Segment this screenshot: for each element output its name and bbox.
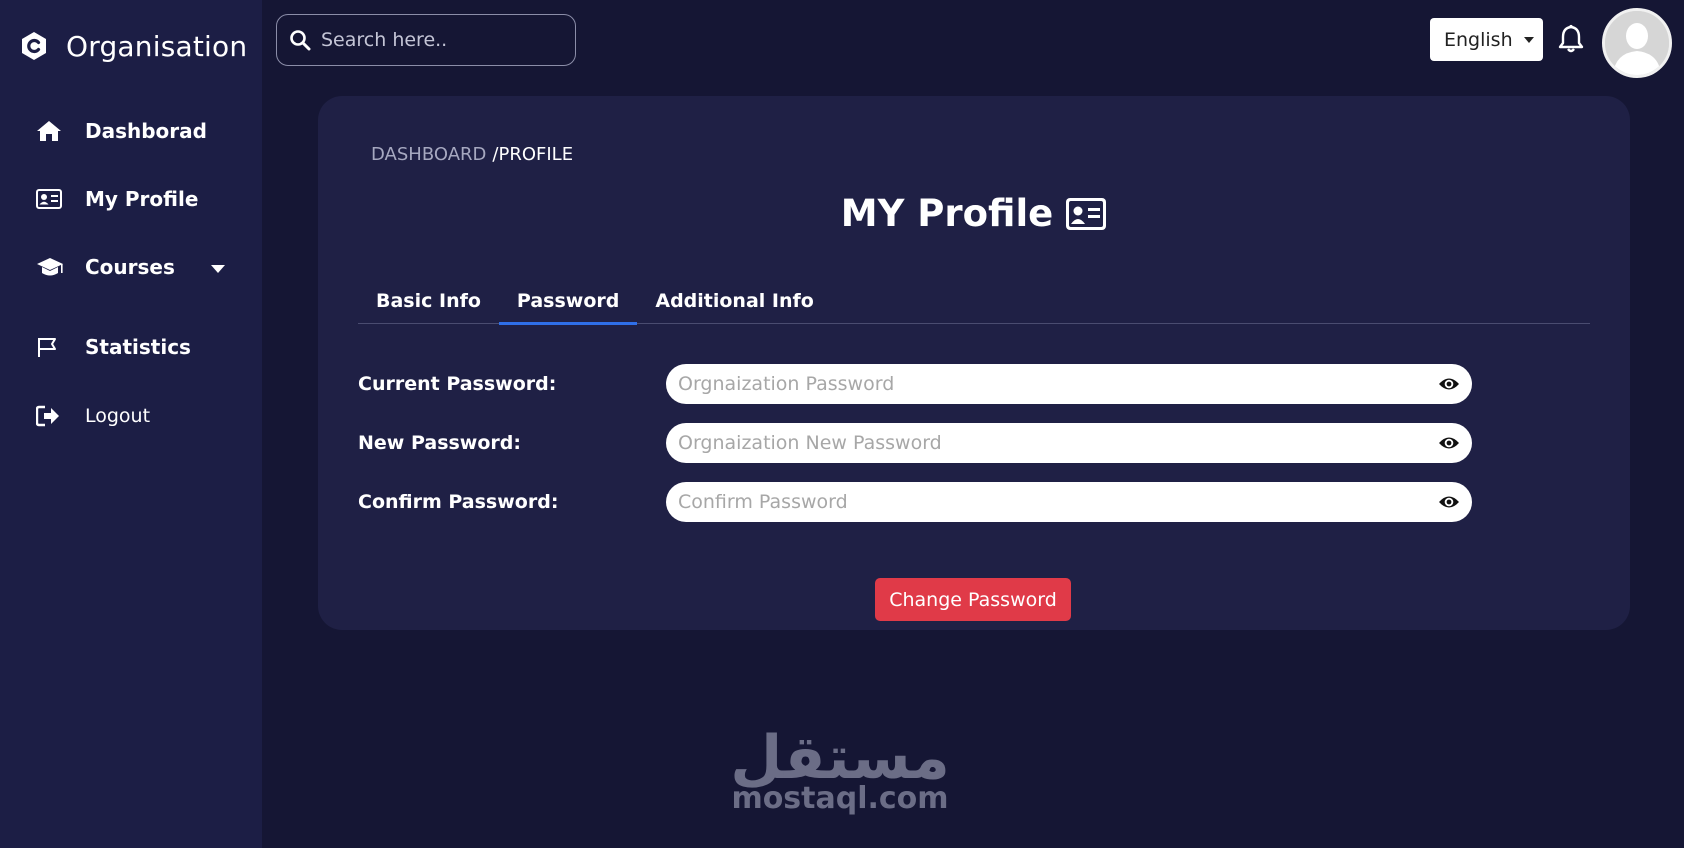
brand[interactable]: Organisation	[18, 26, 247, 66]
search-box[interactable]	[276, 14, 576, 66]
sidebar-item-logout[interactable]: Logout	[36, 399, 226, 433]
new-password-wrapper	[666, 423, 1472, 463]
language-select[interactable]: English	[1430, 18, 1543, 61]
breadcrumb-current: PROFILE	[498, 144, 574, 165]
sidebar-item-label: Courses	[85, 255, 175, 279]
sidebar-item-statistics[interactable]: Statistics	[36, 330, 226, 364]
confirm-password-field[interactable]	[678, 491, 1438, 513]
confirm-password-row: Confirm Password:	[358, 482, 1472, 522]
c-logo-icon	[22, 32, 46, 60]
eye-icon[interactable]	[1438, 435, 1460, 451]
current-password-field[interactable]	[678, 373, 1438, 395]
sidebar-item-label: My Profile	[85, 187, 199, 211]
chevron-down-icon[interactable]	[210, 259, 226, 278]
profile-card: DASHBOARD /PROFILE MY Profile Basic Info…	[318, 96, 1630, 630]
sidebar-item-label: Logout	[85, 405, 151, 427]
id-card-icon	[1066, 197, 1107, 230]
breadcrumb-root[interactable]: DASHBOARD	[371, 144, 486, 165]
bell-icon	[1558, 24, 1584, 53]
confirm-password-wrapper	[666, 482, 1472, 522]
sidebar: Organisation Dashborad My Profile Course…	[0, 0, 262, 848]
page-title: MY Profile	[840, 192, 1054, 235]
search-input[interactable]	[321, 29, 551, 51]
watermark: مستقل mostaql.com	[730, 728, 950, 816]
brand-name: Organisation	[66, 29, 248, 63]
new-password-row: New Password:	[358, 423, 1472, 463]
eye-icon[interactable]	[1438, 376, 1460, 392]
notification-button[interactable]	[1558, 24, 1584, 58]
eye-icon[interactable]	[1438, 494, 1460, 510]
sidebar-item-dashboard[interactable]: Dashborad	[36, 114, 226, 148]
sidebar-item-label: Statistics	[85, 335, 191, 359]
home-icon	[36, 118, 66, 144]
current-password-row: Current Password:	[358, 364, 1472, 404]
sidebar-item-label: Dashborad	[85, 119, 207, 143]
avatar[interactable]	[1602, 8, 1672, 78]
new-password-label: New Password:	[358, 432, 521, 454]
sidebar-item-my-profile[interactable]: My Profile	[36, 182, 226, 216]
tab-basic-info[interactable]: Basic Info	[358, 278, 499, 324]
tab-additional-info[interactable]: Additional Info	[637, 278, 831, 324]
caret-down-icon	[1523, 36, 1534, 43]
logout-icon	[36, 403, 66, 429]
current-password-wrapper	[666, 364, 1472, 404]
new-password-field[interactable]	[678, 432, 1438, 454]
watermark-arabic: مستقل	[730, 723, 950, 793]
id-card-icon	[36, 186, 66, 212]
profile-tabs: Basic Info Password Additional Info	[358, 278, 1590, 325]
change-password-button[interactable]: Change Password	[875, 578, 1071, 621]
search-icon	[290, 30, 311, 51]
flag-icon	[36, 334, 66, 360]
graduation-cap-icon	[36, 254, 66, 280]
watermark-latin: mostaql.com	[731, 781, 949, 816]
current-password-label: Current Password:	[358, 373, 557, 395]
sidebar-item-courses[interactable]: Courses	[36, 250, 226, 284]
confirm-password-label: Confirm Password:	[358, 491, 559, 513]
page-title-wrap: MY Profile	[318, 192, 1630, 235]
breadcrumb: DASHBOARD /PROFILE	[371, 144, 573, 165]
language-value: English	[1444, 28, 1513, 51]
tab-password[interactable]: Password	[498, 278, 638, 325]
user-placeholder-icon	[1605, 11, 1669, 75]
